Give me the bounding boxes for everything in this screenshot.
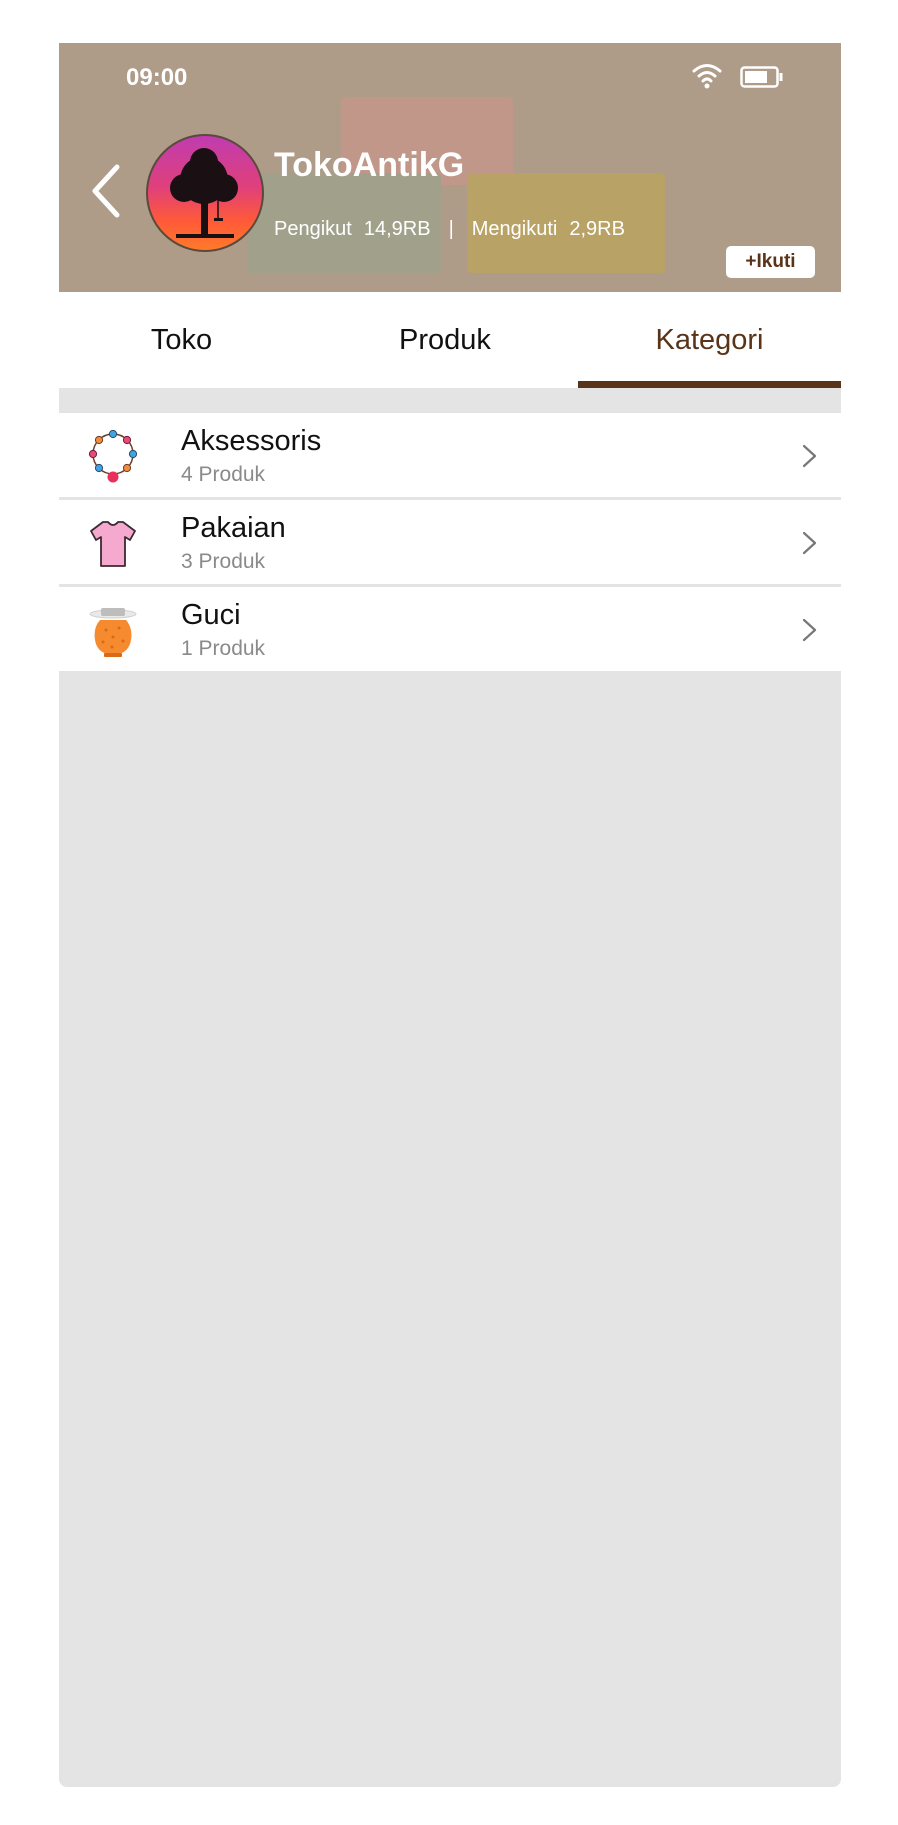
category-name: Guci bbox=[181, 599, 241, 631]
active-tab-indicator bbox=[578, 381, 841, 388]
category-item-pakaian[interactable]: Pakaian 3 Produk bbox=[59, 500, 841, 584]
shop-header: 09:00 TokoAntikG Pengikut 14,9RB | Mengi… bbox=[59, 43, 841, 292]
chevron-right-icon bbox=[802, 531, 817, 555]
wifi-icon bbox=[692, 64, 722, 89]
shop-avatar[interactable] bbox=[146, 134, 264, 252]
tab-produk[interactable]: Produk bbox=[304, 292, 586, 388]
tree-silhouette-icon bbox=[170, 148, 238, 238]
jar-icon bbox=[89, 608, 137, 657]
category-count: 4 Produk bbox=[181, 463, 266, 486]
shop-name: TokoAntikG bbox=[274, 146, 465, 184]
category-item-aksessoris[interactable]: Aksessoris 4 Produk bbox=[59, 413, 841, 497]
category-count: 1 Produk bbox=[181, 637, 266, 660]
category-name: Pakaian bbox=[181, 512, 286, 544]
following-count: 2,9RB bbox=[569, 218, 625, 240]
followers-label: Pengikut bbox=[274, 218, 352, 240]
category-list: Aksessoris 4 Produk Pakaian 3 Produk Guc… bbox=[59, 413, 841, 674]
category-count: 3 Produk bbox=[181, 550, 266, 573]
necklace-icon bbox=[88, 430, 138, 483]
chevron-right-icon bbox=[802, 444, 817, 468]
followers-count: 14,9RB bbox=[363, 218, 431, 240]
category-name: Aksessoris bbox=[181, 425, 322, 457]
phone-screen: 09:00 TokoAntikG Pengikut 14,9RB | Mengi… bbox=[59, 43, 841, 1787]
stats-separator: | bbox=[448, 218, 454, 240]
status-time: 09:00 bbox=[126, 64, 188, 91]
tab-bar: Toko Produk Kategori bbox=[59, 292, 841, 388]
tab-toko[interactable]: Toko bbox=[59, 292, 304, 388]
follow-button[interactable]: +Ikuti bbox=[726, 246, 815, 278]
back-arrow-icon[interactable] bbox=[87, 161, 127, 221]
battery-icon bbox=[740, 66, 783, 88]
tshirt-icon bbox=[90, 521, 136, 567]
tab-kategori[interactable]: Kategori bbox=[578, 292, 841, 388]
following-label: Mengikuti bbox=[471, 218, 558, 240]
category-item-guci[interactable]: Guci 1 Produk bbox=[59, 587, 841, 671]
shop-stats: Pengikut 14,9RB | Mengikuti 2,9RB bbox=[274, 218, 625, 241]
chevron-right-icon bbox=[802, 618, 817, 642]
